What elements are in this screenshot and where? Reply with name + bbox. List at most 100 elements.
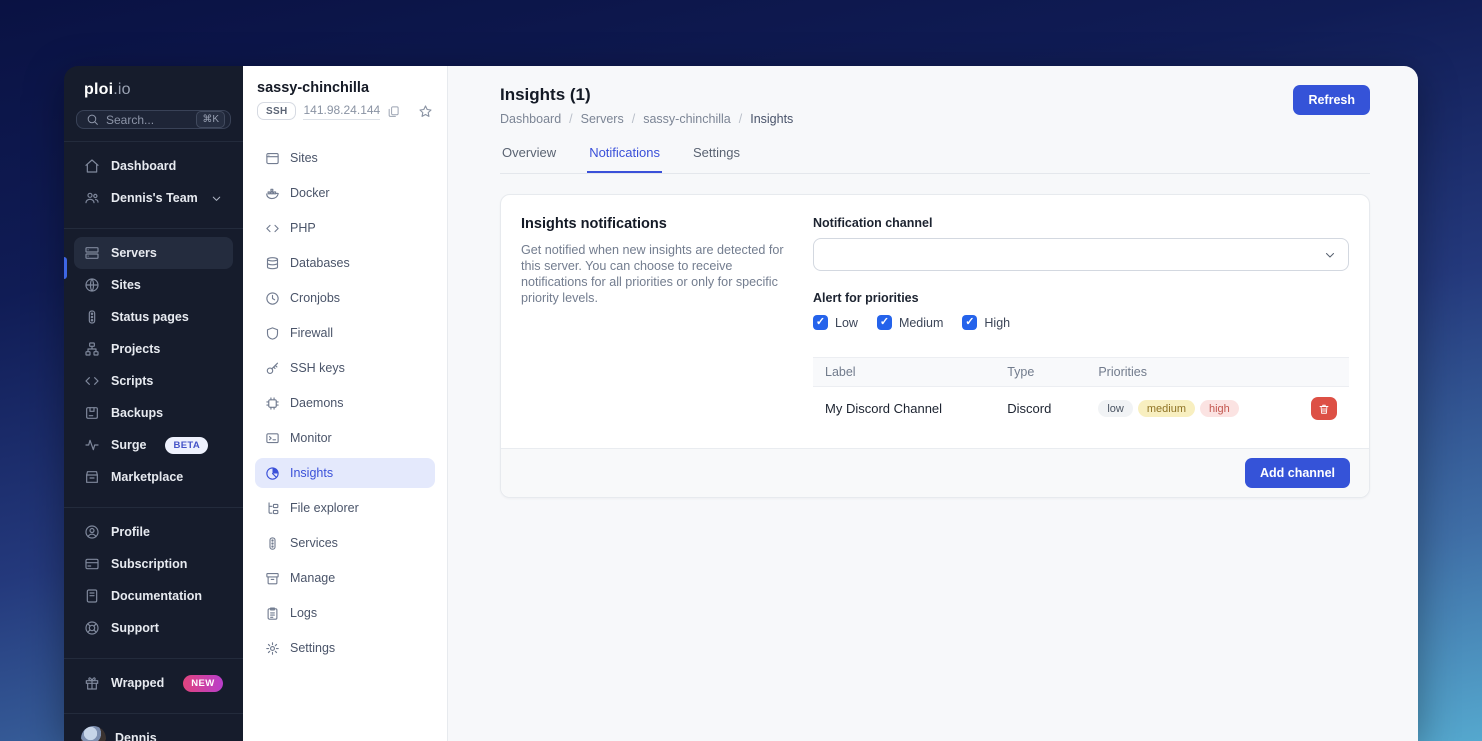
globe-icon — [84, 277, 100, 293]
server-menu-label: Daemons — [290, 396, 344, 410]
delete-channel-button[interactable] — [1311, 397, 1337, 420]
sidebar-item-label: Servers — [111, 246, 157, 260]
priority-pill-medium: medium — [1137, 400, 1195, 418]
sidebar-item-servers[interactable]: Servers — [74, 237, 233, 269]
sidebar-item-label: Support — [111, 621, 159, 635]
priority-checkbox-low[interactable]: ✓ Low — [813, 315, 858, 330]
clipboard-list-icon — [265, 606, 280, 621]
server-menu-label: Databases — [290, 256, 350, 270]
status-light-icon — [84, 309, 100, 325]
card-description: Get notified when new insights are detec… — [521, 243, 784, 305]
sidebar-item-profile[interactable]: Profile — [74, 516, 233, 548]
page-title: Insights (1) — [500, 85, 591, 104]
sidebar-group: Wrapped NEW — [64, 658, 243, 713]
sidebar-item-status-pages[interactable]: Status pages — [74, 301, 233, 333]
server-menu-services[interactable]: Services — [255, 528, 435, 558]
favorite-star-icon[interactable] — [418, 104, 433, 119]
archive-icon — [265, 571, 280, 586]
sidebar-item-wrapped[interactable]: Wrapped NEW — [74, 667, 233, 699]
server-menu-docker[interactable]: Docker — [255, 178, 435, 208]
notification-channel-select[interactable] — [813, 238, 1349, 271]
sidebar-item-marketplace[interactable]: Marketplace — [74, 461, 233, 493]
server-menu-logs[interactable]: Logs — [255, 598, 435, 628]
user-circle-icon — [84, 524, 100, 540]
server-menu-label: SSH keys — [290, 361, 345, 375]
server-menu-sites[interactable]: Sites — [255, 143, 435, 173]
gear-icon — [265, 641, 280, 656]
tab-settings[interactable]: Settings — [691, 145, 742, 173]
sidebar-item-scripts[interactable]: Scripts — [74, 365, 233, 397]
ssh-badge[interactable]: SSH — [257, 102, 297, 120]
priority-pill-high: high — [1199, 400, 1239, 418]
server-ip: 141.98.24.144 — [303, 102, 381, 120]
sidebar-item-surge[interactable]: Surge BETA — [74, 429, 233, 461]
active-section-indicator — [64, 257, 67, 279]
sidebar-item-documentation[interactable]: Documentation — [74, 580, 233, 612]
beta-badge: BETA — [165, 436, 209, 454]
channel-label-cell: My Discord Channel — [825, 401, 943, 416]
server-menu-firewall[interactable]: Firewall — [255, 318, 435, 348]
server-menu-label: Cronjobs — [290, 291, 341, 305]
server-menu-settings[interactable]: Settings — [255, 633, 435, 663]
traffic-light-icon — [265, 536, 280, 551]
sidebar-item-label: Surge — [111, 438, 147, 452]
priority-checkboxes: ✓ Low ✓ Medium ✓ High — [813, 315, 1349, 330]
server-menu-daemons[interactable]: Daemons — [255, 388, 435, 418]
sidebar-item-dennis[interactable]: Dennis — [74, 722, 233, 741]
users-icon — [84, 190, 100, 206]
table-row: My Discord Channel Discord low medium high — [813, 387, 1349, 431]
sidebar-item-label: Documentation — [111, 589, 202, 603]
global-sidebar: ploi.io Search... ⌘K Dashboard Dennis's T… — [64, 66, 243, 741]
breadcrumb-separator: / — [631, 112, 636, 126]
sidebar-item-label: Dennis's Team — [111, 191, 198, 205]
breadcrumb-item[interactable]: Servers — [581, 112, 624, 126]
checkbox-checked-icon[interactable]: ✓ — [813, 315, 828, 330]
checkbox-label: Medium — [898, 315, 944, 330]
checkbox-checked-icon[interactable]: ✓ — [876, 315, 892, 330]
priority-checkbox-medium[interactable]: ✓ Medium — [876, 315, 944, 330]
checkbox-checked-icon[interactable]: ✓ — [962, 315, 978, 330]
sidebar-item-dennis-s-team[interactable]: Dennis's Team — [74, 182, 233, 214]
notifications-card: Insights notifications Get notified when… — [500, 194, 1370, 498]
server-menu-ssh-keys[interactable]: SSH keys — [255, 353, 435, 383]
sidebar-item-support[interactable]: Support — [74, 612, 233, 644]
ploi-logo[interactable]: ploi.io — [64, 66, 243, 99]
key-icon — [265, 361, 280, 376]
tab-overview[interactable]: Overview — [500, 145, 558, 173]
sidebar-item-projects[interactable]: Projects — [74, 333, 233, 365]
breadcrumb-separator: / — [738, 112, 743, 126]
server-menu-cronjobs[interactable]: Cronjobs — [255, 283, 435, 313]
breadcrumb-item[interactable]: sassy-chinchilla — [643, 112, 731, 126]
sidebar-item-subscription[interactable]: Subscription — [74, 548, 233, 580]
window-icon — [265, 151, 280, 166]
add-channel-button[interactable]: Add channel — [1244, 458, 1350, 488]
monitor-icon — [265, 431, 280, 446]
breadcrumb-item[interactable]: Dashboard — [500, 112, 561, 126]
server-menu-label: Manage — [290, 571, 336, 585]
chevron-down-icon — [210, 192, 223, 205]
sidebar-item-label: Marketplace — [111, 470, 184, 484]
sidebar-item-sites[interactable]: Sites — [74, 269, 233, 301]
server-menu-insights[interactable]: Insights — [255, 458, 435, 488]
search-input[interactable]: Search... ⌘K — [76, 110, 231, 129]
file-tree-icon — [265, 501, 280, 516]
server-menu-php[interactable]: PHP — [255, 213, 435, 243]
server-menu-manage[interactable]: Manage — [255, 563, 435, 593]
sidebar-item-backups[interactable]: Backups — [74, 397, 233, 429]
server-menu-monitor[interactable]: Monitor — [255, 423, 435, 453]
server-menu-file-explorer[interactable]: File explorer — [255, 493, 435, 523]
sidebar-item-dashboard[interactable]: Dashboard — [74, 150, 233, 182]
server-menu-label: Services — [290, 536, 338, 550]
life-buoy-icon — [84, 620, 100, 636]
insights-icon — [265, 466, 280, 481]
priority-checkbox-high[interactable]: ✓ High — [962, 315, 1010, 330]
chip-icon — [265, 396, 280, 411]
channel-label: Notification channel — [813, 216, 933, 230]
keyboard-shortcut-badge: ⌘K — [196, 111, 225, 128]
server-menu-label: Logs — [290, 606, 318, 620]
copy-ip-icon[interactable] — [387, 105, 400, 118]
refresh-button[interactable]: Refresh — [1293, 85, 1370, 115]
server-menu-databases[interactable]: Databases — [255, 248, 435, 278]
tab-notifications[interactable]: Notifications — [587, 145, 662, 173]
server-menu-label: Settings — [290, 641, 336, 655]
